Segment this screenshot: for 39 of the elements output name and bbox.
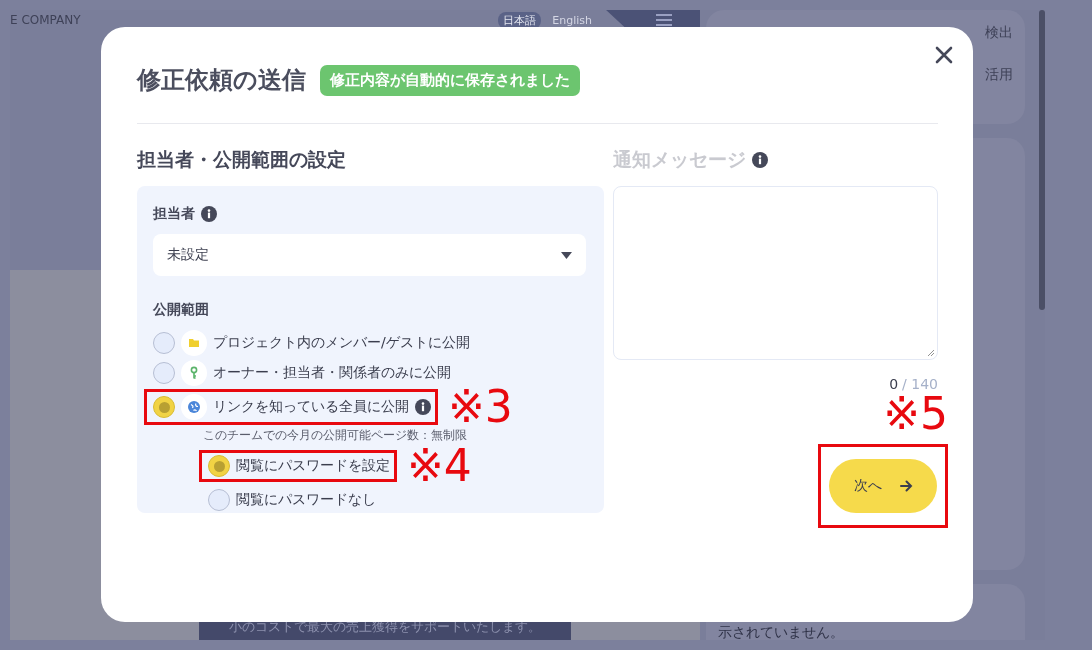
option-label[interactable]: リンクを知っている全員に公開 xyxy=(213,398,409,416)
dropdown-caret-icon xyxy=(561,251,572,259)
side-text: 検出 xyxy=(985,24,1013,42)
dialog-title: 修正依頼の送信 xyxy=(137,65,306,96)
globe-icon xyxy=(181,394,207,420)
character-count: 0 xyxy=(889,376,899,392)
saved-status-badge: 修正内容が自動的に保存されました xyxy=(320,64,580,96)
field-label: 公開範囲 xyxy=(153,301,209,319)
annotation-label: ※4 xyxy=(407,447,472,485)
close-icon[interactable] xyxy=(934,45,954,65)
section-heading: 担当者・公開範囲の設定 xyxy=(137,148,347,172)
annotation-label: ※3 xyxy=(448,388,513,426)
radio-button[interactable] xyxy=(153,332,175,354)
character-limit: / 140 xyxy=(902,376,938,392)
company-name: E COMPANY xyxy=(10,13,81,27)
card-text: 示されていません。 xyxy=(718,624,844,640)
next-button[interactable]: 次へ xyxy=(829,459,937,513)
key-icon xyxy=(181,360,207,386)
page-limit-note: このチームでの今月の公開可能ページ数：無制限 xyxy=(203,428,467,443)
radio-button[interactable] xyxy=(208,455,230,477)
info-icon[interactable] xyxy=(201,206,217,222)
radio-button[interactable] xyxy=(208,489,230,511)
radio-button[interactable] xyxy=(153,362,175,384)
radio-button[interactable] xyxy=(153,396,175,418)
option-label[interactable]: 閲覧にパスワードなし xyxy=(236,491,376,509)
field-label: 担当者 xyxy=(153,205,195,223)
menu-icon[interactable] xyxy=(656,13,672,27)
scrollbar[interactable] xyxy=(1039,10,1045,310)
option-label[interactable]: プロジェクト内のメンバー/ゲストに公開 xyxy=(213,334,470,352)
folder-icon xyxy=(181,330,207,356)
annotation-label: ※5 xyxy=(883,392,948,436)
info-icon[interactable] xyxy=(752,152,768,168)
option-label[interactable]: オーナー・担当者・関係者のみに公開 xyxy=(213,364,451,382)
info-icon[interactable] xyxy=(415,399,431,415)
side-text: 活用 xyxy=(985,66,1013,84)
arrow-right-icon xyxy=(899,480,913,492)
resize-handle-icon[interactable] xyxy=(927,349,935,357)
assignee-select[interactable]: 未設定 xyxy=(153,234,586,276)
option-label[interactable]: 閲覧にパスワードを設定 xyxy=(236,457,390,475)
